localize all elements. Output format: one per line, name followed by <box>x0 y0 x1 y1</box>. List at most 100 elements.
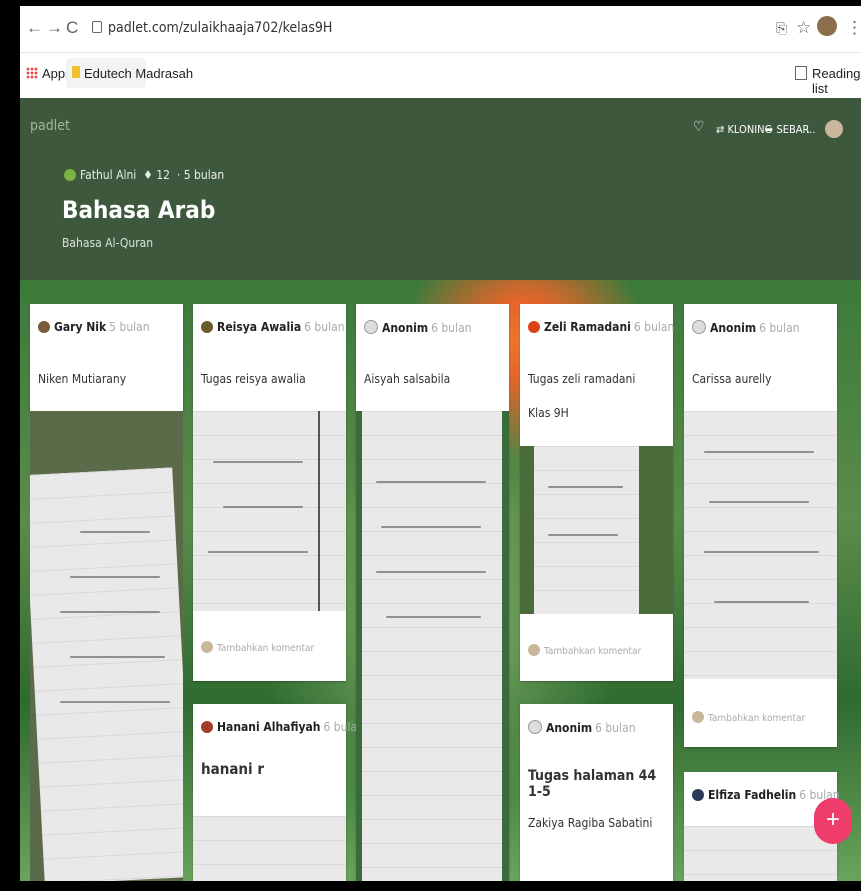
like-icon: ♦ <box>143 168 153 182</box>
bookmark-edutech[interactable]: Edutech Madrasah <box>84 66 193 81</box>
padlet-board: padlet ♡ ⇄ KLONING ➦ SEBAR ... Fathul Al… <box>20 98 861 881</box>
post-time: 6 bulan <box>431 321 472 335</box>
post-image[interactable] <box>684 411 837 679</box>
notebook-page <box>320 411 346 611</box>
forward-icon[interactable]: → <box>46 18 63 38</box>
handwriting <box>80 531 150 533</box>
share-label: SEBAR <box>776 123 810 136</box>
post-author: Anonim <box>710 321 757 335</box>
notebook-page <box>30 467 183 881</box>
commenter-avatar <box>201 641 213 653</box>
star-icon[interactable]: ☆ <box>796 18 811 38</box>
heart-icon[interactable]: ♡ <box>693 119 704 135</box>
handwriting <box>548 534 618 536</box>
comment-input[interactable]: Tambahkan komentar <box>528 644 641 657</box>
post-text: hanani r <box>201 760 265 778</box>
post-avatar <box>528 321 540 333</box>
user-avatar[interactable] <box>825 120 843 138</box>
post-time: 6 bulan <box>633 320 675 334</box>
author-avatar <box>64 169 76 181</box>
handwriting <box>704 451 814 453</box>
post-card[interactable]: Hanani Alhafiyah 6 bulan hanani r <box>193 704 364 881</box>
post-header: Anonim 6 bulan <box>528 720 636 735</box>
handwriting <box>60 701 170 703</box>
handwriting <box>70 576 160 578</box>
post-image[interactable] <box>193 816 346 881</box>
clone-button[interactable]: ⇄ KLONING <box>716 123 772 136</box>
add-post-button[interactable]: + <box>814 798 852 844</box>
post-image[interactable] <box>193 411 346 611</box>
comment-input[interactable]: Tambahkan komentar <box>201 641 314 654</box>
profile-avatar[interactable] <box>817 16 837 36</box>
more-button[interactable]: ... <box>806 123 815 136</box>
post-header: Hanani Alhafiyah 6 bulan <box>201 720 364 734</box>
reading-list-icon <box>795 66 807 80</box>
post-header: Anonim 6 bulan <box>692 320 800 335</box>
post-time: 5 bulan <box>109 320 150 334</box>
commenter-avatar <box>692 711 704 723</box>
post-header: Reisya Awalia 6 bulan <box>201 320 345 334</box>
post-text: Tugas reisya awalia <box>201 372 306 386</box>
handwriting <box>381 526 481 528</box>
reading-list[interactable]: Reading list <box>812 66 861 96</box>
post-card[interactable]: Reisya Awalia 6 bulan Tugas reisya awalia… <box>193 304 346 681</box>
post-author: Hanani Alhafiyah <box>217 720 321 734</box>
notebook-page <box>534 446 639 614</box>
post-avatar <box>38 321 50 333</box>
padlet-logo[interactable]: padlet <box>30 118 70 134</box>
notebook-page <box>193 411 318 611</box>
post-image[interactable] <box>30 411 183 881</box>
post-author: Anonim <box>382 321 429 335</box>
lock-icon <box>92 21 102 33</box>
post-header: Anonim 6 bulan <box>364 320 472 335</box>
reload-icon[interactable]: C <box>66 18 78 38</box>
post-header: Elfiza Fadhelin 6 bulan <box>692 788 840 802</box>
post-card[interactable]: Anonim 6 bulan Aisyah salsabila <box>356 304 509 881</box>
bookmarks-bar: Apps Edutech Madrasah Reading list <box>20 54 861 96</box>
like-count: 12 <box>156 168 171 182</box>
menu-icon[interactable]: ⋮ <box>846 18 861 38</box>
post-card[interactable]: Anonim 6 bulan Carissa aurelly Tambahkan … <box>684 304 837 747</box>
post-author: Anonim <box>546 721 593 735</box>
post-author: Zeli Ramadani <box>544 320 631 334</box>
board-subtitle: Bahasa Al-Quran <box>62 236 154 250</box>
handwriting <box>213 461 303 463</box>
comment-placeholder: Tambahkan komentar <box>544 646 642 657</box>
post-card[interactable]: Zeli Ramadani 6 bulan Tugas zeli ramadani… <box>520 304 674 681</box>
install-icon[interactable]: ⎘ <box>776 20 787 37</box>
post-time: 6 bulan <box>595 721 636 735</box>
post-image[interactable] <box>356 411 509 881</box>
back-icon[interactable]: ← <box>26 18 43 38</box>
folder-icon <box>72 66 80 78</box>
address-bar-row: ← → C padlet.com/zulaikhaaja702/kelas9H … <box>20 6 861 53</box>
post-header: Zeli Ramadani 6 bulan <box>528 320 674 334</box>
post-image[interactable] <box>520 446 673 614</box>
post-author: Reisya Awalia <box>217 320 302 334</box>
post-text-2: Zakiya Ragiba Sabatini <box>528 816 653 830</box>
post-text-2: Klas 9H <box>528 406 569 420</box>
post-image[interactable] <box>684 826 837 881</box>
post-time: 6 bulan <box>304 320 345 334</box>
url-field[interactable]: padlet.com/zulaikhaaja702/kelas9H <box>108 20 332 36</box>
post-avatar <box>201 721 213 733</box>
post-card[interactable]: Gary Nik 5 bulan Niken Mutiarany <box>30 304 183 411</box>
board-title: Bahasa Arab <box>62 196 216 224</box>
handwriting <box>376 571 486 573</box>
handwriting <box>70 656 165 658</box>
post-text: Aisyah salsabila <box>364 372 451 386</box>
handwriting <box>60 611 160 613</box>
browser-chrome: ← → C padlet.com/zulaikhaaja702/kelas9H … <box>20 6 861 98</box>
post-avatar <box>201 321 213 333</box>
post-avatar <box>364 320 378 334</box>
comment-input[interactable]: Tambahkan komentar <box>692 711 805 724</box>
handwriting <box>548 486 623 488</box>
post-author: Gary Nik <box>54 320 107 334</box>
handwriting <box>714 601 809 603</box>
post-avatar <box>528 720 542 734</box>
handwriting <box>208 551 308 553</box>
share-button[interactable]: ➦ SEBAR <box>765 123 809 136</box>
board-age: 5 bulan <box>183 168 225 182</box>
board-author: Fathul Alni <box>80 168 137 182</box>
post-card[interactable]: Anonim 6 bulan Tugas halaman 44 1-5 Zakiy… <box>520 704 673 881</box>
post-time: 6 bulan <box>759 321 800 335</box>
